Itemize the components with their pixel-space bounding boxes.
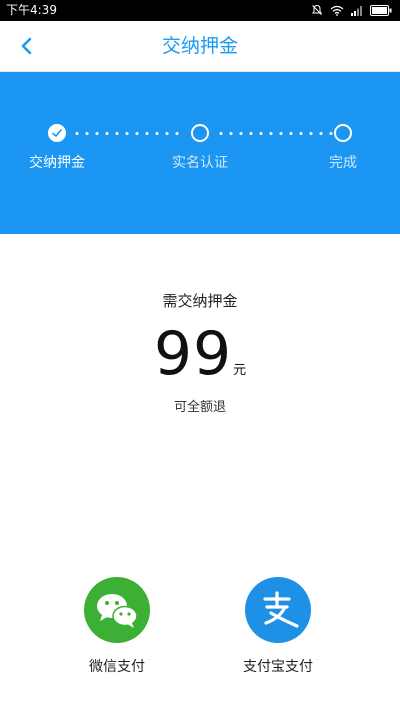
step-2-node	[191, 124, 209, 142]
page-title: 交纳押金	[161, 35, 238, 57]
step-1-node	[48, 124, 66, 142]
deposit-caption: 需交纳押金	[162, 292, 238, 310]
wechat-pay-label: 微信支付	[89, 659, 145, 675]
status-icons	[311, 3, 392, 18]
wifi-icon	[330, 1, 344, 20]
signal-icon	[351, 1, 363, 20]
nav-bar: 交纳押金	[0, 21, 400, 72]
step-progress: 交纳押金 实名认证 完成	[0, 72, 400, 234]
step-1-label: 交纳押金	[29, 155, 85, 171]
alipay-label: 支付宝支付	[243, 659, 313, 675]
status-time: 下午4:39	[6, 3, 57, 17]
step-2-label: 实名认证	[172, 155, 228, 171]
wechat-pay-icon	[97, 594, 138, 628]
deposit-amount-row: 99元	[0, 318, 400, 390]
step-connector-1	[72, 132, 184, 135]
step-connector-2	[216, 132, 334, 135]
wechat-pay-badge	[84, 577, 150, 643]
refund-note: 可全额退	[173, 400, 226, 415]
silent-bell-icon	[311, 1, 323, 20]
deposit-amount: 99	[153, 319, 233, 389]
step-3-node	[334, 124, 352, 142]
step-3-label: 完成	[329, 155, 357, 171]
alipay-badge	[245, 577, 311, 643]
deposit-unit: 元	[233, 363, 247, 378]
battery-icon	[370, 1, 392, 20]
check-icon	[52, 129, 62, 137]
wechat-pay-button[interactable]: 微信支付	[57, 577, 177, 676]
deposit-screen: 下午4:39 交纳押金 交纳押金 实名认证 完成 需交纳押金 99元 可全额退 …	[0, 0, 400, 717]
alipay-icon	[263, 591, 299, 628]
alipay-button[interactable]: 支付宝支付	[218, 577, 338, 676]
status-bar: 下午4:39	[0, 0, 400, 21]
